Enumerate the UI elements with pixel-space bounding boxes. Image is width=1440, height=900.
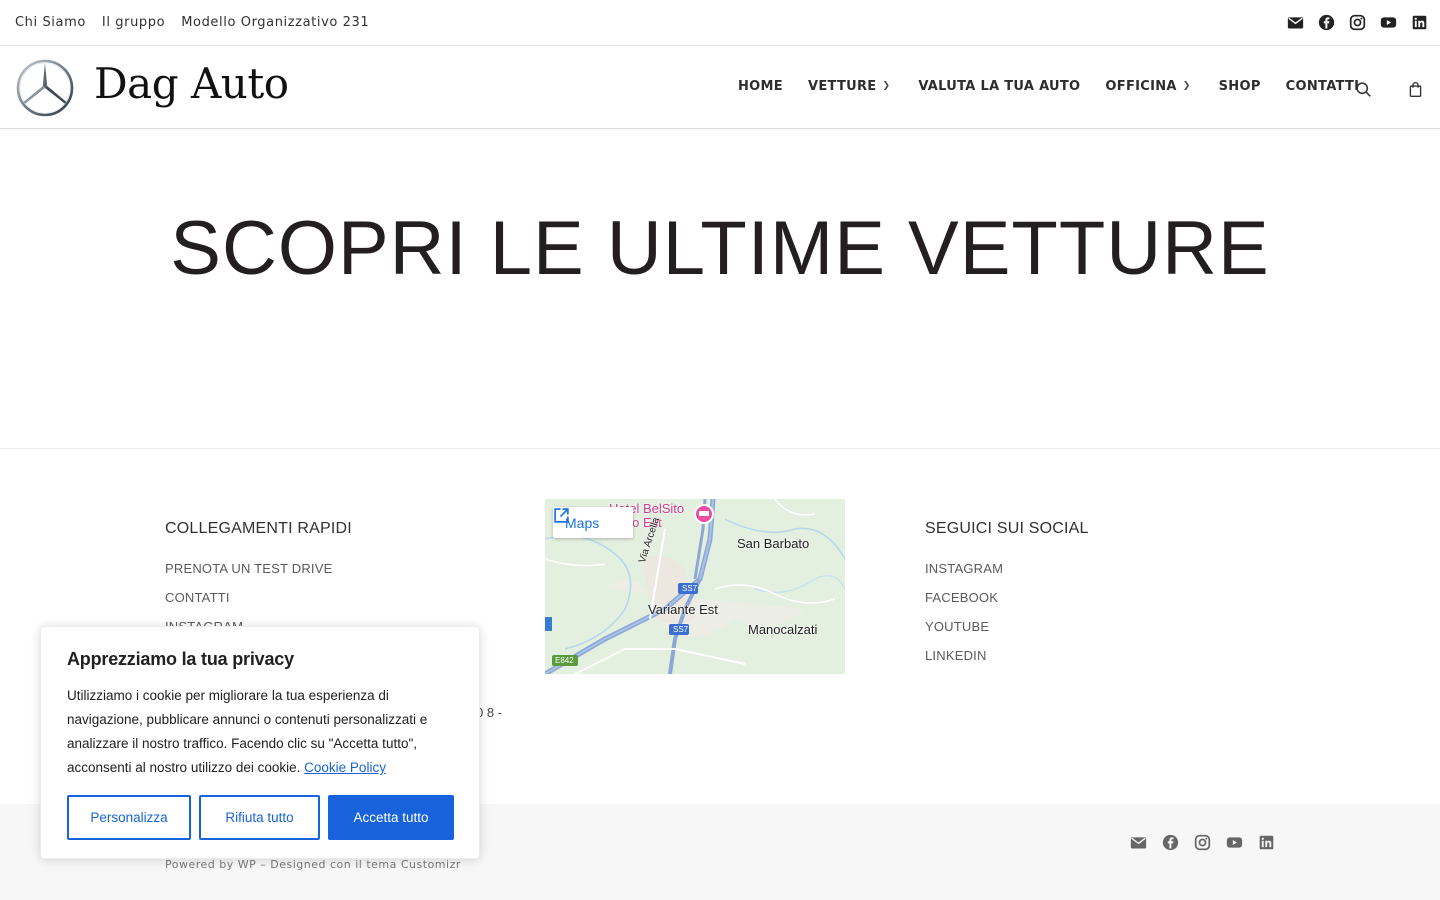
map-label-e842: E842 — [555, 656, 574, 665]
open-in-maps-button[interactable]: Maps — [553, 507, 633, 538]
top-link-chi-siamo[interactable]: Chi Siamo — [15, 15, 86, 30]
nav-home-label: HOME — [738, 79, 783, 94]
top-bar: Chi Siamo Il gruppo Modello Organizzativ… — [0, 0, 1440, 46]
nav-vetture-label: VETTURE — [807, 79, 877, 94]
social-links-list: INSTAGRAM FACEBOOK YOUTUBE LINKEDIN — [925, 561, 1003, 666]
facebook-icon[interactable] — [1317, 13, 1335, 31]
map-embed[interactable]: Hotel BelSito ellino Est Via Arcella San… — [545, 499, 845, 674]
map-label-manocalzati: Manocalzati — [748, 622, 818, 637]
cookie-title: Apprezziamo la tua privacy — [67, 649, 294, 669]
cookie-text: Utilizziamo i cookie per migliorare la t… — [67, 684, 459, 780]
cookie-consent-banner: Apprezziamo la tua privacy Utilizziamo i… — [40, 626, 480, 859]
youtube-icon[interactable] — [1225, 833, 1243, 851]
youtube-icon[interactable] — [1379, 13, 1397, 31]
brand-name[interactable]: Dag Auto — [94, 59, 289, 108]
nav-valuta[interactable]: VALUTA LA TUA AUTO — [918, 79, 1080, 94]
quick-link-test-drive[interactable]: PRENOTA UN TEST DRIVE — [165, 561, 332, 579]
chevron-down-icon: ❯ — [882, 80, 891, 91]
social-link-linkedin[interactable]: LINKEDIN — [925, 648, 1003, 666]
nav-officina[interactable]: OFFICINA ❯ — [1105, 79, 1190, 94]
powered-by-text: Powered by WP – Designed con il tema Cus… — [165, 858, 461, 871]
linkedin-icon[interactable] — [1410, 13, 1428, 31]
customize-button[interactable]: Personalizza — [67, 795, 191, 840]
map-label-ss7-b: SS7 — [673, 625, 689, 634]
nav-contatti[interactable]: CONTATTI — [1286, 79, 1360, 94]
linkedin-icon[interactable] — [1257, 833, 1275, 851]
nav-shop[interactable]: SHOP — [1219, 79, 1261, 94]
social-link-youtube[interactable]: YOUTUBE — [925, 619, 1003, 637]
external-link-icon — [554, 508, 619, 530]
facebook-icon[interactable] — [1161, 833, 1179, 851]
top-link-il-gruppo[interactable]: Il gruppo — [102, 15, 165, 30]
top-social — [1286, 13, 1428, 31]
social-link-facebook[interactable]: FACEBOOK — [925, 590, 1003, 608]
envelope-icon[interactable] — [1286, 13, 1304, 31]
maps-button-label: Maps — [565, 514, 600, 531]
map-label-variante-est: Variante Est — [648, 602, 718, 617]
nav-contatti-label: CONTATTI — [1285, 79, 1360, 94]
instagram-icon[interactable] — [1193, 833, 1211, 851]
nav-shop-label: SHOP — [1218, 79, 1261, 94]
footer-social-icons — [1129, 833, 1275, 851]
quick-link-contatti[interactable]: CONTATTI — [165, 590, 332, 608]
instagram-icon[interactable] — [1348, 13, 1366, 31]
nav-valuta-label: VALUTA LA TUA AUTO — [918, 79, 1081, 94]
hero-section: SCOPRI LE ULTIME VETTURE — [0, 129, 1440, 449]
accept-all-button[interactable]: Accetta tutto — [328, 795, 454, 840]
reject-all-button[interactable]: Rifiuta tutto — [199, 795, 320, 840]
nav-vetture[interactable]: VETTURE ❯ — [808, 79, 890, 94]
social-link-instagram[interactable]: INSTAGRAM — [925, 561, 1003, 579]
main-nav: HOME VETTURE ❯ VALUTA LA TUA AUTO OFFICIN… — [738, 79, 1359, 94]
cookie-policy-link[interactable]: Cookie Policy — [304, 760, 386, 775]
hero-title: SCOPRI LE ULTIME VETTURE — [170, 206, 1270, 291]
search-icon[interactable] — [1354, 80, 1372, 98]
nav-home[interactable]: HOME — [738, 79, 783, 94]
shopping-bag-icon[interactable] — [1406, 80, 1424, 98]
top-link-modello-231[interactable]: Modello Organizzativo 231 — [181, 15, 369, 30]
map-label-ss7-a: SS7 — [682, 584, 698, 593]
top-links: Chi Siamo Il gruppo Modello Organizzativ… — [15, 15, 369, 30]
chevron-down-icon: ❯ — [1182, 80, 1191, 91]
quick-links-title: COLLEGAMENTI RAPIDI — [165, 520, 352, 537]
nav-officina-label: OFFICINA — [1105, 79, 1177, 94]
site-header: Dag Auto HOME VETTURE ❯ VALUTA LA TUA AUT… — [0, 47, 1440, 129]
map-label-san-barbato: San Barbato — [737, 536, 810, 551]
mercedes-star-logo[interactable] — [16, 59, 74, 117]
envelope-icon[interactable] — [1129, 833, 1147, 851]
social-title: SEGUICI SUI SOCIAL — [925, 520, 1089, 537]
